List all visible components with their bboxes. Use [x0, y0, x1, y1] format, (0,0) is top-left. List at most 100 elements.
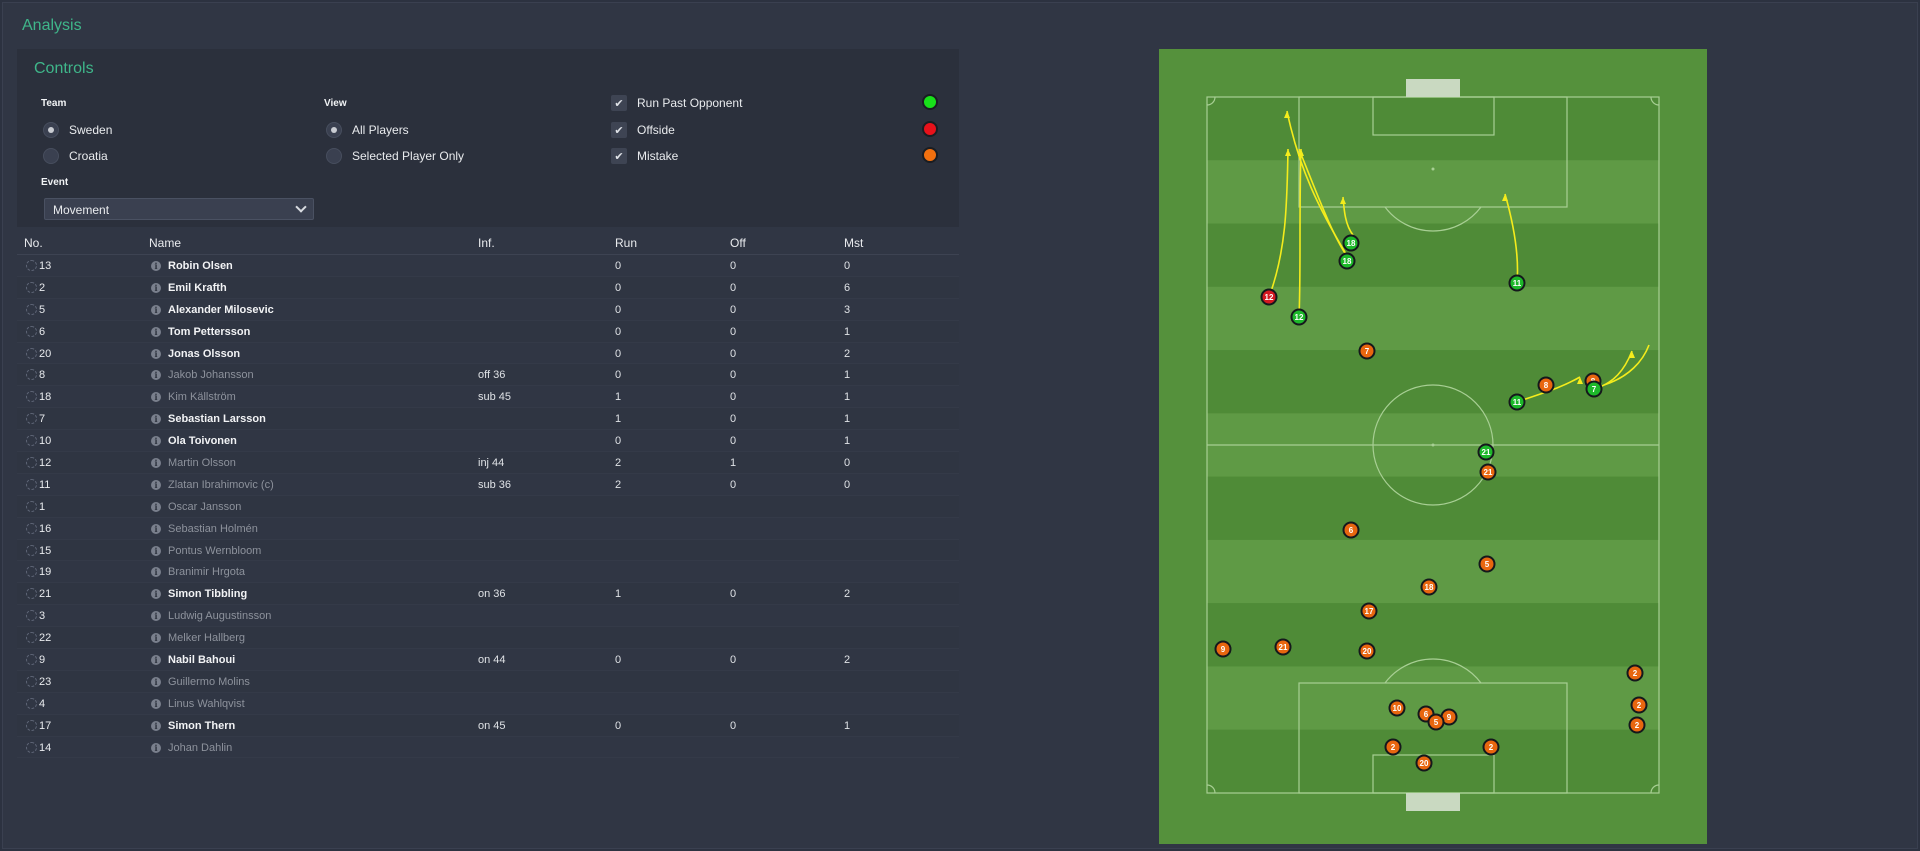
player-number: 15 — [39, 544, 52, 557]
info-icon[interactable]: i — [151, 326, 161, 337]
col-run[interactable]: Run — [615, 236, 637, 250]
row-select-icon[interactable] — [26, 719, 37, 731]
info-icon[interactable]: i — [151, 633, 161, 644]
row-select-icon[interactable] — [26, 347, 37, 359]
row-select-icon[interactable] — [26, 632, 37, 644]
row-select-icon[interactable] — [26, 697, 37, 709]
row-select-icon[interactable] — [26, 435, 37, 447]
player-marker-number: 2 — [1635, 721, 1640, 730]
info-icon[interactable]: i — [151, 545, 161, 556]
row-select-icon[interactable] — [26, 522, 37, 534]
table-row[interactable]: 9 i Nabil Bahoui on 44 0 0 2 — [17, 649, 959, 671]
table-row[interactable]: 20 i Jonas Olsson 0 0 2 — [17, 343, 959, 365]
row-select-icon[interactable] — [26, 303, 37, 315]
team-radio-sweden[interactable]: Sweden — [43, 122, 112, 138]
col-name[interactable]: Name — [149, 236, 181, 250]
event-select[interactable]: Movement — [44, 198, 314, 220]
player-name: Nabil Bahoui — [168, 654, 236, 667]
row-select-icon[interactable] — [26, 413, 37, 425]
row-select-icon[interactable] — [26, 281, 37, 293]
table-row[interactable]: 13 i Robin Olsen 0 0 0 — [17, 255, 959, 277]
table-row[interactable]: 7 i Sebastian Larsson 1 0 1 — [17, 408, 959, 431]
table-row[interactable]: 23 i Guillermo Molins — [17, 670, 959, 693]
filter-mistake[interactable]: ✔ Mistake — [611, 148, 678, 164]
table-row[interactable]: 4 i Linus Wahlqvist — [17, 693, 959, 715]
table-row[interactable]: 14 i Johan Dahlin — [17, 737, 959, 759]
view-radio-all-players[interactable]: All Players — [326, 122, 409, 138]
row-select-icon[interactable] — [26, 391, 37, 403]
info-icon[interactable]: i — [151, 479, 161, 490]
col-off[interactable]: Off — [730, 236, 746, 250]
info-icon[interactable]: i — [151, 676, 161, 687]
view-radio-selected-player[interactable]: Selected Player Only — [326, 148, 464, 164]
info-icon[interactable]: i — [151, 458, 161, 469]
info-icon[interactable]: i — [151, 261, 161, 271]
table-row[interactable]: 1 i Oscar Jansson — [17, 495, 959, 518]
pitch: 1818111212788711212165181792120210695222… — [1159, 49, 1707, 844]
table-row[interactable]: 5 i Alexander Milosevic 0 0 3 — [17, 299, 959, 321]
team-radio-croatia[interactable]: Croatia — [43, 148, 108, 164]
player-number: 7 — [39, 413, 46, 426]
player-run: 2 — [615, 457, 622, 470]
col-inf[interactable]: Inf. — [478, 236, 495, 250]
pitch-stripe — [1207, 603, 1659, 667]
table-row[interactable]: 15 i Pontus Wernbloom — [17, 539, 959, 562]
table-row[interactable]: 21 i Simon Tibbling on 36 1 0 2 — [17, 583, 959, 606]
table-row[interactable]: 8 i Jakob Johansson off 36 0 0 1 — [17, 364, 959, 387]
table-row[interactable]: 6 i Tom Pettersson 0 0 1 — [17, 320, 959, 343]
row-select-icon[interactable] — [26, 325, 37, 337]
info-icon[interactable]: i — [151, 282, 161, 293]
info-icon[interactable]: i — [151, 348, 161, 359]
col-no[interactable]: No. — [24, 236, 43, 250]
info-icon[interactable]: i — [151, 304, 161, 315]
player-run: 2 — [615, 478, 622, 491]
table-row[interactable]: 16 i Sebastian Holmén — [17, 518, 959, 540]
col-mst[interactable]: Mst — [844, 236, 863, 250]
table-row[interactable]: 3 i Ludwig Augustinsson — [17, 605, 959, 628]
row-select-icon[interactable] — [26, 260, 37, 271]
row-select-icon[interactable] — [26, 457, 37, 469]
table-row[interactable]: 22 i Melker Hallberg — [17, 627, 959, 650]
info-icon[interactable]: i — [151, 655, 161, 666]
info-icon[interactable]: i — [151, 567, 161, 578]
info-icon[interactable]: i — [151, 523, 161, 534]
player-number: 1 — [39, 500, 46, 513]
table-row[interactable]: 10 i Ola Toivonen 0 0 1 — [17, 430, 959, 453]
row-select-icon[interactable] — [26, 675, 37, 687]
player-mst: 1 — [844, 391, 851, 404]
filter-run-past-opponent[interactable]: ✔ Run Past Opponent — [611, 95, 742, 111]
player-number: 20 — [39, 347, 52, 360]
player-number: 5 — [39, 303, 46, 316]
info-icon[interactable]: i — [151, 698, 161, 709]
radio-selected-icon — [326, 122, 342, 138]
row-select-icon[interactable] — [26, 588, 37, 600]
info-icon[interactable]: i — [151, 611, 161, 622]
info-icon[interactable]: i — [151, 370, 161, 381]
row-select-icon[interactable] — [26, 654, 37, 666]
table-row[interactable]: 18 i Kim Källström sub 45 1 0 1 — [17, 386, 959, 409]
info-icon[interactable]: i — [151, 720, 161, 731]
row-select-icon[interactable] — [26, 544, 37, 556]
player-mst: 1 — [844, 719, 851, 732]
player-number: 11 — [39, 478, 51, 491]
info-icon[interactable]: i — [151, 392, 161, 403]
info-icon[interactable]: i — [151, 414, 161, 425]
table-row[interactable]: 19 i Branimir Hrgota — [17, 561, 959, 584]
table-row[interactable]: 17 i Simon Thern on 45 0 0 1 — [17, 714, 959, 737]
info-icon[interactable]: i — [151, 589, 161, 600]
row-select-icon[interactable] — [26, 369, 37, 381]
row-select-icon[interactable] — [26, 566, 37, 578]
info-icon[interactable]: i — [151, 501, 161, 512]
row-select-icon[interactable] — [26, 500, 37, 512]
row-select-icon[interactable] — [26, 610, 37, 622]
player-name: Johan Dahlin — [168, 741, 233, 754]
row-select-icon[interactable] — [26, 478, 37, 490]
table-row[interactable]: 11 i Zlatan Ibrahimovic (c) sub 36 2 0 0 — [17, 474, 959, 496]
info-icon[interactable]: i — [151, 436, 161, 447]
table-row[interactable]: 12 i Martin Olsson inj 44 2 1 0 — [17, 452, 959, 474]
table-row[interactable]: 2 i Emil Krafth 0 0 6 — [17, 276, 959, 299]
filter-offside[interactable]: ✔ Offside — [611, 122, 675, 138]
row-select-icon[interactable] — [26, 741, 37, 753]
info-icon[interactable]: i — [151, 742, 161, 753]
player-mst: 2 — [844, 347, 851, 360]
